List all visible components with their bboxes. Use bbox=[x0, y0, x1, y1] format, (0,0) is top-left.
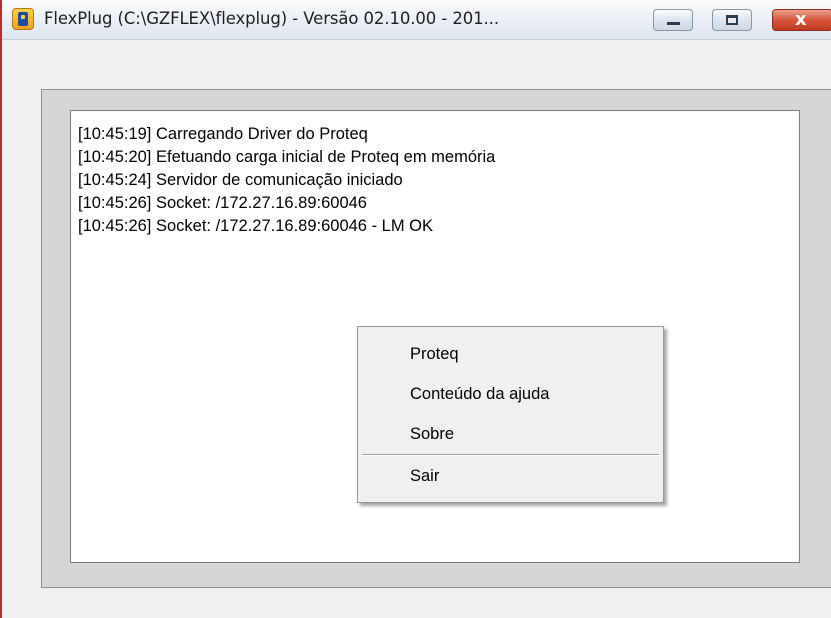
menu-item-exit[interactable]: Sair bbox=[360, 457, 661, 495]
close-icon: x bbox=[795, 9, 807, 30]
menu-item-about[interactable]: Sobre bbox=[360, 415, 661, 453]
menu-separator bbox=[362, 454, 659, 456]
flexplug-app-icon[interactable] bbox=[12, 8, 34, 30]
maximize-button[interactable] bbox=[712, 9, 752, 31]
flexplug-window: FlexPlug (C:\GZFLEX\flexplug) - Versão 0… bbox=[0, 0, 831, 618]
window-title: FlexPlug (C:\GZFLEX\flexplug) - Versão 0… bbox=[44, 9, 499, 28]
title-bar[interactable]: FlexPlug (C:\GZFLEX\flexplug) - Versão 0… bbox=[2, 0, 831, 40]
context-menu: Proteq Conteúdo da ajuda Sobre Sair bbox=[357, 326, 664, 503]
menu-item-proteq[interactable]: Proteq bbox=[360, 335, 661, 373]
log-line: [10:45:26] Socket: /172.27.16.89:60046 -… bbox=[78, 217, 433, 235]
log-line: [10:45:26] Socket: /172.27.16.89:60046 bbox=[78, 194, 367, 212]
close-button[interactable]: x bbox=[772, 9, 831, 31]
maximize-icon bbox=[726, 15, 738, 25]
log-line: [10:45:24] Servidor de comunicação inici… bbox=[78, 171, 403, 189]
log-list: [10:45:19] Carregando Driver do Proteq [… bbox=[78, 123, 495, 238]
log-line: [10:45:19] Carregando Driver do Proteq bbox=[78, 125, 368, 143]
menu-item-help-contents[interactable]: Conteúdo da ajuda bbox=[360, 375, 661, 413]
minimize-icon bbox=[667, 22, 680, 25]
app-icon-glyph bbox=[18, 12, 28, 26]
log-line: [10:45:20] Efetuando carga inicial de Pr… bbox=[78, 148, 496, 166]
minimize-button[interactable] bbox=[653, 9, 693, 31]
